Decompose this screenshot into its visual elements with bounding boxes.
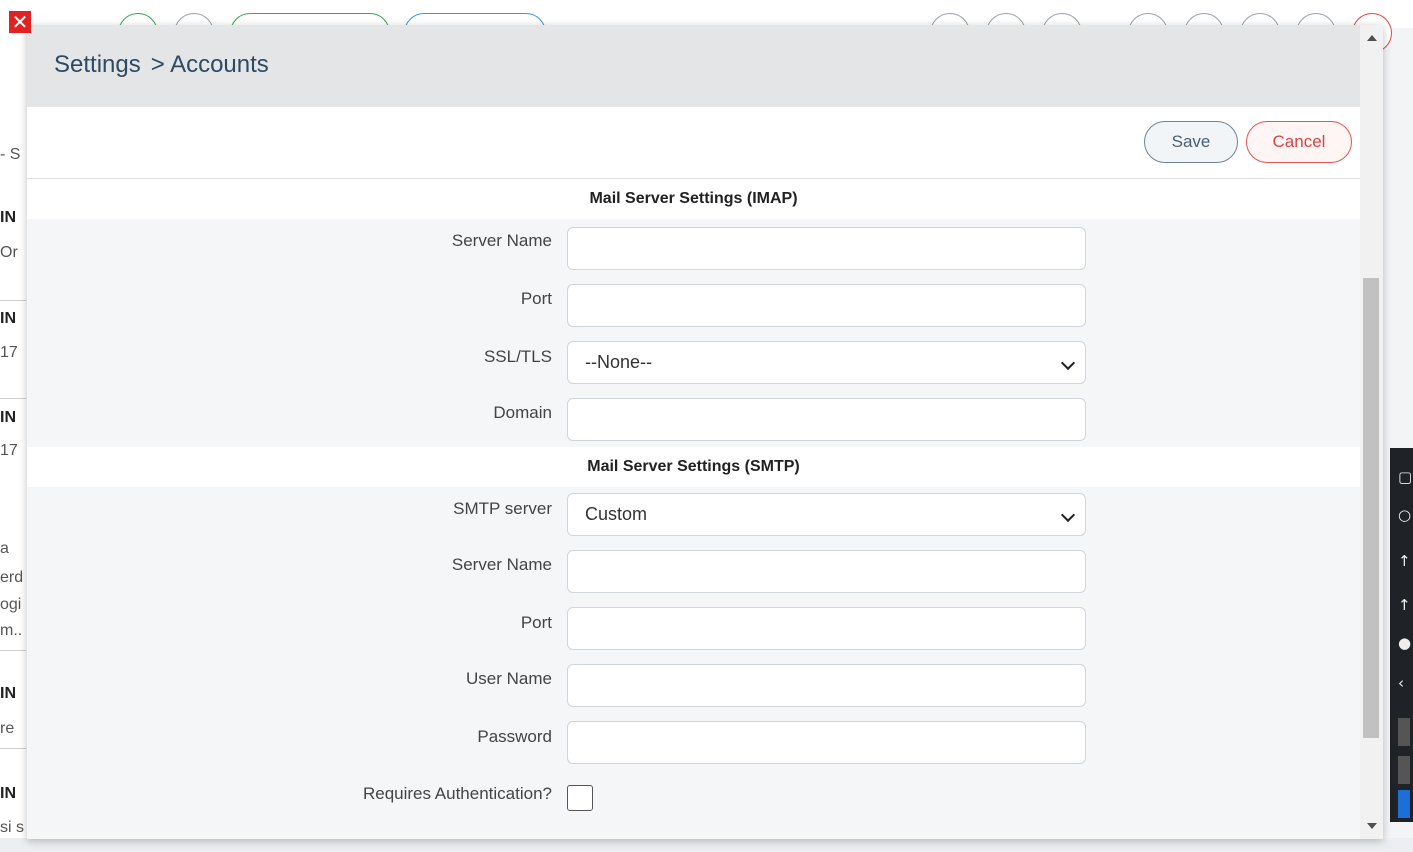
side-tool-panel: ▢ ○ ↑ ↑ ● ‹ [1390,448,1413,822]
requires-auth-checkbox[interactable] [567,785,593,811]
smtp-server-selected-value: Custom [585,504,648,524]
imap-server-name-input[interactable] [567,227,1086,270]
imap-ssl-selected-value: --None-- [585,352,653,372]
smtp-user-name-label: User Name [466,669,552,688]
list-fragment: erd [0,569,24,586]
smtp-user-name-input[interactable] [567,664,1086,707]
imap-port-label: Port [520,289,552,308]
smtp-port-input[interactable] [567,607,1086,650]
smtp-password-input[interactable] [567,721,1086,764]
settings-accounts-modal: Settings > Accounts Save Cancel Mail Serv… [27,25,1383,839]
breadcrumb-settings[interactable]: Settings [54,51,141,78]
save-button[interactable]: Save [1144,121,1238,163]
smtp-section-title: Mail Server Settings (SMTP) [27,447,1360,487]
modal-scrollbar[interactable] [1360,25,1383,839]
tool-icon[interactable]: ‹ [1398,674,1404,692]
smtp-server-name-label: Server Name [451,555,552,574]
list-fragment: IN [0,785,16,802]
list-fragment: m.. [0,622,23,639]
tool-icon[interactable]: ● [1398,634,1411,652]
modal-header: Settings > Accounts [27,25,1360,107]
smtp-form-section: SMTP server Custom Server Name Port User… [27,487,1360,839]
list-fragment: 17 [0,344,18,361]
list-fragment: - S [0,146,21,163]
imap-domain-label: Domain [493,403,552,422]
chevron-down-icon [1060,355,1076,371]
scroll-down-arrow-icon[interactable] [1367,823,1377,829]
modal-toolbar: Save Cancel [27,107,1360,179]
imap-domain-input[interactable] [567,398,1086,441]
imap-section-title: Mail Server Settings (IMAP) [27,179,1360,219]
list-fragment: IN [0,209,16,226]
scroll-up-arrow-icon[interactable] [1367,35,1377,41]
list-fragment: Or [0,244,18,261]
smtp-password-label: Password [477,727,552,746]
smtp-server-label: SMTP server [453,499,552,518]
scrollbar-thumb[interactable] [1363,278,1379,738]
tool-icon[interactable]: ↑ [1398,596,1411,614]
close-icon[interactable]: ✕ [9,11,31,33]
smtp-server-select[interactable]: Custom [567,493,1086,536]
chevron-down-icon [1060,507,1076,523]
smtp-server-name-input[interactable] [567,550,1086,593]
imap-ssl-select[interactable]: --None-- [567,341,1086,384]
imap-port-input[interactable] [567,284,1086,327]
tool-icon[interactable]: ○ [1398,506,1411,524]
list-fragment: IN [0,685,16,702]
list-fragment: IN [0,409,16,426]
list-fragment: a [0,540,9,557]
imap-server-name-label: Server Name [451,231,552,250]
background-footer [0,838,1413,852]
imap-form-section: Server Name Port SSL/TLS --None-- Domain [27,219,1360,447]
imap-ssl-label: SSL/TLS [483,347,552,366]
list-fragment: IN [0,310,16,327]
tool-icon[interactable]: ▢ [1398,468,1412,486]
tool-block[interactable] [1398,718,1410,746]
list-fragment: re [0,720,15,737]
list-fragment: si s [0,819,24,836]
breadcrumb-accounts: > Accounts [150,51,269,78]
list-fragment: 17 [0,442,18,459]
cancel-button[interactable]: Cancel [1246,121,1352,163]
list-fragment: ogi [0,596,22,613]
requires-auth-label: Requires Authentication? [362,784,552,803]
tool-block-active[interactable] [1398,790,1410,818]
breadcrumb: Settings > Accounts [54,51,269,79]
smtp-port-label: Port [520,613,552,632]
tool-block[interactable] [1398,756,1410,784]
tool-icon[interactable]: ↑ [1398,552,1411,570]
